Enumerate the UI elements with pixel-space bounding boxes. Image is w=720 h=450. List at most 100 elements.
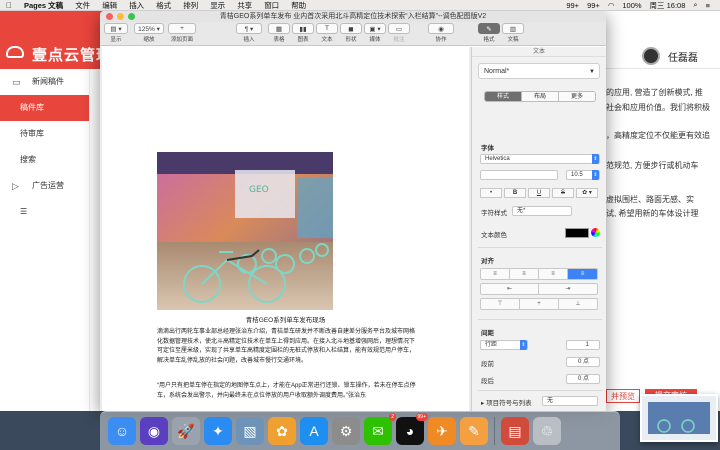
paragraph-1[interactable]: 滴滴出行两轮车事业部总经理张治东介绍，青桔单车研发并不断改善自建差分服务平台及城… <box>157 328 419 366</box>
sidebar-item[interactable]: 待审库 <box>0 121 89 147</box>
spacing-label: 间距 <box>481 330 494 337</box>
toolbar-button[interactable]: ▦ 表格 <box>268 23 290 43</box>
document-page[interactable]: GEO 青桔GEO系列单车发布现场 滴滴出行两轮车事业部总经理张治东介绍，青桔单… <box>102 47 469 411</box>
settings-icon[interactable]: ⚙ <box>332 417 360 445</box>
photos-icon[interactable]: ✿ <box>268 417 296 445</box>
outdent-icon[interactable]: ⇤ <box>481 284 539 294</box>
document-icon[interactable]: ▤ <box>501 417 529 445</box>
minimize-button[interactable] <box>117 13 124 20</box>
siri-icon[interactable]: ◉ <box>140 417 168 445</box>
toolbar-button[interactable]: ▣ ▾ 媒体 <box>364 23 386 43</box>
airplane-icon[interactable]: ✈ <box>428 417 456 445</box>
bike-photo[interactable]: GEO <box>157 152 333 310</box>
space-before-field[interactable]: 0 点 <box>566 357 600 367</box>
line-spacing-mode-select[interactable]: 行距 ⇕ <box>480 340 528 350</box>
status-badge-1[interactable]: 99+ <box>562 1 583 10</box>
toolbar-button[interactable]: ✎ 格式 <box>478 23 500 43</box>
menu-item[interactable]: 共享 <box>231 0 258 11</box>
align-justify-icon[interactable]: ≡ <box>568 269 597 279</box>
text-color-swatch[interactable] <box>565 228 589 238</box>
char-style-select[interactable]: 无* <box>512 206 572 216</box>
menu-item[interactable]: 帮助 <box>285 0 312 11</box>
wechat-icon[interactable]: ✉ 2 <box>364 413 396 445</box>
indent-icon[interactable]: ⇥ <box>539 284 597 294</box>
valign-top-icon[interactable]: ⊤ <box>481 299 520 309</box>
tab-more[interactable]: 更多 <box>559 92 595 101</box>
toolbar-button[interactable]: ▤ ▾ 显示 <box>104 23 128 43</box>
toolbar-button[interactable]: + 添加页面 <box>168 23 196 43</box>
sidebar-item[interactable]: ▭ 新闻稿件 <box>0 69 89 95</box>
strikethrough-button[interactable]: S <box>552 188 574 198</box>
toolbar-button[interactable]: ◉ 协作 <box>428 23 454 43</box>
align-center-icon[interactable]: ≡ <box>510 269 539 279</box>
toolbar-button[interactable]: ▮▮ 图表 <box>292 23 314 43</box>
paragraph-style-select[interactable]: Normal* ▼ <box>478 63 600 79</box>
safari-icon[interactable]: ✦ <box>204 417 232 445</box>
font-size-field[interactable]: 10.5 ⇕ <box>566 170 600 180</box>
toolbar-button[interactable]: ◼ 形状 <box>340 23 362 43</box>
toolbar-button[interactable]: 125% ▾ 缩放 <box>134 23 164 43</box>
align-right-icon[interactable]: ≡ <box>539 269 568 279</box>
toolbar-icon: ▮▮ <box>292 23 314 34</box>
zoom-button[interactable] <box>128 13 135 20</box>
preview-button[interactable]: 并预览 <box>606 389 640 403</box>
space-after-field[interactable]: 0 点 <box>566 374 600 384</box>
clock[interactable]: 周三 16:08 <box>646 0 690 11</box>
toolbar-button[interactable]: T 文本 <box>316 23 338 43</box>
bold-button[interactable]: B <box>504 188 526 198</box>
line-spacing-field[interactable]: 1 <box>566 340 600 350</box>
web-user-menu[interactable]: 任磊磊 <box>642 47 698 65</box>
toolbar-button[interactable]: ▥ 文稿 <box>502 23 524 43</box>
toolbar-button[interactable]: ¶ ▾ 插入 <box>236 23 262 43</box>
align-left-icon[interactable]: ≡ <box>481 269 510 279</box>
underline-button[interactable]: U <box>528 188 550 198</box>
menu-item[interactable]: 显示 <box>204 0 231 11</box>
menu-item[interactable]: 格式 <box>150 0 177 11</box>
finder-icon[interactable]: ☺ <box>108 417 136 445</box>
apple-icon[interactable]:  <box>0 1 18 10</box>
menu-item[interactable]: 排列 <box>177 0 204 11</box>
sidebar-item[interactable]: ▷ 广告运营 <box>0 173 89 199</box>
sidebar-item[interactable]: 稿件库 <box>0 95 89 121</box>
wifi-icon[interactable]: ◠ <box>604 1 619 10</box>
toolbar-icon: ◼ <box>340 23 362 34</box>
bullet-button[interactable]: • <box>480 188 502 198</box>
menu-item[interactable]: 窗口 <box>258 0 285 11</box>
control-center-icon[interactable]: ≡ <box>702 1 714 10</box>
tab-style[interactable]: 样式 <box>485 92 522 101</box>
pages-icon[interactable]: ✎ <box>460 417 488 445</box>
search-icon[interactable]: ⌕ <box>689 0 701 10</box>
toolbar-label: 媒体 <box>369 37 381 43</box>
close-button[interactable] <box>106 13 113 20</box>
menu-item[interactable]: 编辑 <box>96 0 123 11</box>
menu-item[interactable]: 插入 <box>123 0 150 11</box>
sidebar-item[interactable]: ☰ <box>0 199 89 225</box>
list-style-select[interactable]: 无 <box>542 396 598 406</box>
avatar[interactable] <box>642 47 660 65</box>
trash-icon[interactable]: ♲ <box>533 417 561 445</box>
web-logo[interactable]: 壹点云管理 <box>0 11 112 69</box>
screenshot-thumbnail[interactable] <box>640 394 718 442</box>
toolbar-label: 插入 <box>243 37 255 43</box>
tab-layout[interactable]: 布局 <box>522 92 559 101</box>
menu-item[interactable]: 文件 <box>69 0 96 11</box>
status-badge-2[interactable]: 99+ <box>583 1 604 10</box>
toolbar-button[interactable]: ▭ 批注 <box>388 23 410 43</box>
typeface-select[interactable] <box>480 170 558 180</box>
font-family-select[interactable]: Helvetica ⇕ <box>480 154 600 164</box>
launchpad-icon[interactable]: 🚀 <box>172 417 200 445</box>
battery-percent[interactable]: 100% <box>618 1 645 10</box>
color-wheel-icon[interactable] <box>591 228 600 237</box>
text-options-button[interactable]: ✿ ▾ <box>576 188 598 198</box>
valign-bottom-icon[interactable]: ⊥ <box>559 299 597 309</box>
size-stepper-icon[interactable]: ⇕ <box>592 170 599 180</box>
preview-icon[interactable]: ▧ <box>236 417 264 445</box>
appstore-icon[interactable]: A <box>300 417 328 445</box>
qq-icon[interactable]: ◕ 99+ <box>396 413 428 445</box>
list-label[interactable]: ▸ 项目符号与列表 <box>481 397 532 407</box>
sidebar-item[interactable]: 搜索 <box>0 147 89 173</box>
paragraph-2[interactable]: “用户只有把单车停在指定的地图停车点上，才能在App正常进行还锁、锁车操作，若未… <box>157 382 419 401</box>
valign-middle-icon[interactable]: + <box>520 299 559 309</box>
menu-app-name[interactable]: Pages 文稿 <box>18 0 69 11</box>
window-titlebar[interactable]: 青桔GEO系列单车发布 业内首次采用北斗高精定位技术探索“入栏结算”--调色配图… <box>100 11 606 22</box>
